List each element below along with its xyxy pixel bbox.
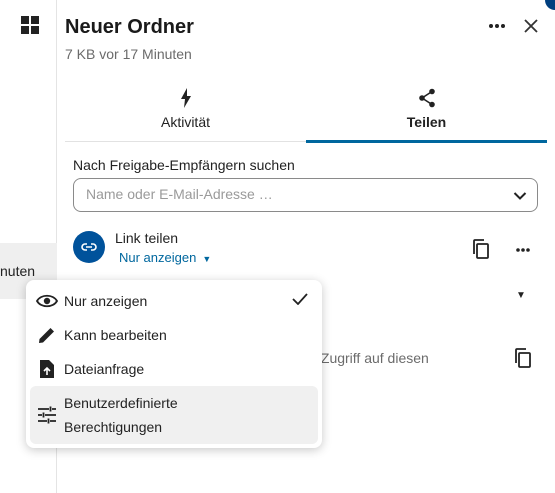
apps-grid-icon[interactable] — [21, 16, 39, 34]
menu-item-view-only[interactable]: Nur anzeigen — [30, 284, 318, 318]
tab-activity-label: Aktivität — [160, 114, 210, 130]
link-share-title: Link teilen — [115, 230, 179, 246]
sidebar-title: Neuer Ordner — [65, 16, 194, 38]
menu-item-label-line1: Benutzerdefinierte — [64, 395, 178, 411]
more-horizontal-icon — [516, 248, 530, 252]
copy-internal-link-button[interactable] — [511, 346, 535, 370]
share-icon — [418, 88, 436, 108]
menu-item-label: Kann bearbeiten — [64, 327, 167, 343]
search-input[interactable] — [86, 186, 496, 202]
search-box[interactable] — [73, 178, 538, 212]
caret-down-icon: ▼ — [202, 254, 212, 264]
copy-icon — [515, 348, 531, 368]
close-sidebar-button[interactable] — [517, 12, 545, 40]
tab-share[interactable]: Teilen — [306, 80, 547, 143]
search-label: Nach Freigabe-Empfängern suchen — [73, 157, 295, 173]
link-icon — [81, 243, 97, 251]
app-root: nuten Neuer Ordner 7 KB vor 17 Minuten A… — [0, 0, 555, 493]
menu-item-label: Nur anzeigen — [64, 293, 148, 309]
file-list-row-text: nuten — [0, 263, 36, 279]
caret-down-icon[interactable]: ▼ — [516, 290, 526, 301]
corner-accent — [545, 0, 555, 10]
more-horizontal-icon — [489, 24, 505, 28]
permission-menu: Nur anzeigen Kann bearbeiten Dateianfrag… — [26, 280, 322, 448]
lightning-icon — [180, 88, 192, 108]
close-icon — [524, 19, 538, 33]
menu-item-file-request[interactable]: Dateianfrage — [30, 352, 318, 386]
menu-item-label-line2: Berechtigungen — [64, 419, 163, 435]
tab-share-label: Teilen — [406, 114, 447, 130]
eye-icon — [36, 290, 58, 312]
link-permission-label: Nur anzeigen — [119, 250, 197, 265]
internal-link-text: it Zugriff auf diesen — [310, 350, 429, 366]
menu-item-custom-permissions[interactable]: Benutzerdefinierte Berechtigungen — [30, 386, 318, 444]
link-permission-dropdown[interactable]: Nur anzeigen ▼ — [119, 250, 211, 265]
copy-icon — [473, 239, 489, 259]
link-more-button[interactable] — [511, 238, 535, 262]
tab-activity[interactable]: Aktivität — [65, 80, 306, 142]
menu-item-can-edit[interactable]: Kann bearbeiten — [30, 318, 318, 352]
sidebar-subtitle: 7 KB vor 17 Minuten — [65, 46, 192, 62]
link-avatar — [73, 231, 105, 263]
tune-icon — [36, 404, 58, 426]
copy-link-button[interactable] — [469, 237, 493, 261]
pencil-icon — [36, 324, 58, 346]
chevron-down-icon[interactable] — [513, 188, 527, 206]
file-upload-icon — [36, 358, 58, 380]
menu-item-label: Dateianfrage — [64, 361, 145, 377]
more-actions-button[interactable] — [483, 12, 511, 40]
check-icon — [292, 292, 308, 310]
sidebar-tabs: Aktivität Teilen — [65, 80, 547, 143]
